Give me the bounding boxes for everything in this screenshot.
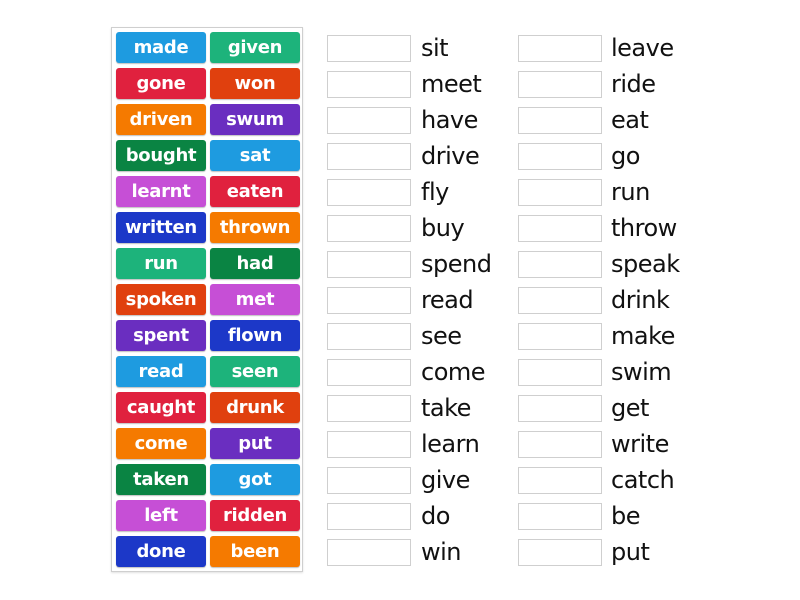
word-tile[interactable]: met bbox=[210, 284, 300, 315]
drop-slot[interactable] bbox=[327, 287, 411, 314]
drop-slot[interactable] bbox=[327, 395, 411, 422]
drop-slot[interactable] bbox=[327, 179, 411, 206]
drop-slot[interactable] bbox=[518, 323, 602, 350]
drop-slot[interactable] bbox=[327, 107, 411, 134]
word-tile[interactable]: left bbox=[116, 500, 206, 531]
prompt-word: take bbox=[421, 394, 471, 422]
prompt-word: leave bbox=[611, 34, 674, 62]
word-tile[interactable]: had bbox=[210, 248, 300, 279]
prompt-word: make bbox=[611, 322, 675, 350]
prompt-word: put bbox=[611, 538, 650, 566]
word-tile[interactable]: seen bbox=[210, 356, 300, 387]
prompt-word: meet bbox=[421, 70, 482, 98]
word-tile[interactable]: given bbox=[210, 32, 300, 63]
prompt-word: fly bbox=[421, 178, 449, 206]
word-tile[interactable]: eaten bbox=[210, 176, 300, 207]
drop-slot[interactable] bbox=[518, 179, 602, 206]
prompt-word: read bbox=[421, 286, 474, 314]
prompt-word: run bbox=[611, 178, 650, 206]
prompt-word: see bbox=[421, 322, 462, 350]
prompt-word: come bbox=[421, 358, 486, 386]
drop-slot[interactable] bbox=[327, 35, 411, 62]
prompt-word: be bbox=[611, 502, 641, 530]
word-tile[interactable]: drunk bbox=[210, 392, 300, 423]
prompt-word: drink bbox=[611, 286, 670, 314]
prompt-word: spend bbox=[421, 250, 492, 278]
word-tile[interactable]: done bbox=[116, 536, 206, 567]
prompt-word: throw bbox=[611, 214, 677, 242]
prompt-word: write bbox=[611, 430, 669, 458]
word-tile[interactable]: driven bbox=[116, 104, 206, 135]
word-tile[interactable]: made bbox=[116, 32, 206, 63]
drop-slot[interactable] bbox=[518, 143, 602, 170]
word-tile[interactable]: read bbox=[116, 356, 206, 387]
prompt-word: speak bbox=[611, 250, 680, 278]
drop-slot[interactable] bbox=[327, 503, 411, 530]
word-tile[interactable]: written bbox=[116, 212, 206, 243]
word-tile[interactable]: run bbox=[116, 248, 206, 279]
drop-slot[interactable] bbox=[518, 71, 602, 98]
word-tile[interactable]: spoken bbox=[116, 284, 206, 315]
drop-slot[interactable] bbox=[518, 431, 602, 458]
word-tile[interactable]: ridden bbox=[210, 500, 300, 531]
prompt-word: have bbox=[421, 106, 478, 134]
drop-slot[interactable] bbox=[327, 467, 411, 494]
drop-slot[interactable] bbox=[518, 395, 602, 422]
word-tile[interactable]: got bbox=[210, 464, 300, 495]
drop-slot[interactable] bbox=[518, 107, 602, 134]
prompt-word: eat bbox=[611, 106, 649, 134]
word-tile[interactable]: put bbox=[210, 428, 300, 459]
word-tile[interactable]: learnt bbox=[116, 176, 206, 207]
drop-slot[interactable] bbox=[518, 539, 602, 566]
drop-slot[interactable] bbox=[327, 323, 411, 350]
word-tile[interactable]: swum bbox=[210, 104, 300, 135]
prompt-word: give bbox=[421, 466, 470, 494]
drop-slot[interactable] bbox=[327, 251, 411, 278]
word-tile[interactable]: won bbox=[210, 68, 300, 99]
word-tile[interactable]: thrown bbox=[210, 212, 300, 243]
prompt-word: win bbox=[421, 538, 462, 566]
word-tile[interactable]: flown bbox=[210, 320, 300, 351]
word-tile[interactable]: come bbox=[116, 428, 206, 459]
drop-slot[interactable] bbox=[327, 431, 411, 458]
word-tile[interactable]: taken bbox=[116, 464, 206, 495]
prompt-word: buy bbox=[421, 214, 465, 242]
drop-slot[interactable] bbox=[518, 359, 602, 386]
prompt-word: drive bbox=[421, 142, 480, 170]
drop-slot[interactable] bbox=[518, 503, 602, 530]
prompt-word: sit bbox=[421, 34, 449, 62]
prompt-word: ride bbox=[611, 70, 656, 98]
drop-slot[interactable] bbox=[518, 287, 602, 314]
drop-slot[interactable] bbox=[518, 251, 602, 278]
word-tile[interactable]: spent bbox=[116, 320, 206, 351]
word-tile[interactable]: been bbox=[210, 536, 300, 567]
word-tile[interactable]: gone bbox=[116, 68, 206, 99]
drop-slot[interactable] bbox=[518, 467, 602, 494]
word-tile[interactable]: sat bbox=[210, 140, 300, 171]
prompt-word: get bbox=[611, 394, 649, 422]
prompt-word: catch bbox=[611, 466, 675, 494]
word-tile[interactable]: bought bbox=[116, 140, 206, 171]
prompt-word: go bbox=[611, 142, 640, 170]
drop-slot[interactable] bbox=[518, 35, 602, 62]
drop-slot[interactable] bbox=[327, 539, 411, 566]
drop-slot[interactable] bbox=[327, 359, 411, 386]
drop-slot[interactable] bbox=[327, 215, 411, 242]
drop-slot[interactable] bbox=[518, 215, 602, 242]
word-tile[interactable]: caught bbox=[116, 392, 206, 423]
prompt-word: swim bbox=[611, 358, 672, 386]
drop-slot[interactable] bbox=[327, 143, 411, 170]
prompt-word: learn bbox=[421, 430, 480, 458]
drop-slot[interactable] bbox=[327, 71, 411, 98]
prompt-word: do bbox=[421, 502, 450, 530]
